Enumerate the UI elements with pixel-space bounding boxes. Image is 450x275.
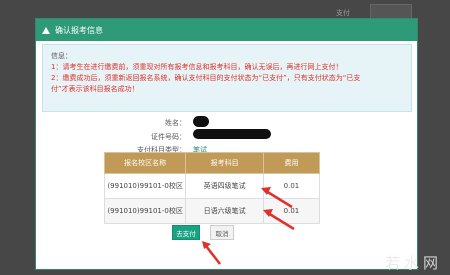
name-field: 姓名： (36, 118, 186, 128)
column-header-campus: 报名校区名称 (103, 152, 187, 174)
warning-icon (42, 26, 50, 34)
column-header-fee: 费用 (262, 152, 321, 174)
cell-campus: (991010)99101-0校区 (103, 173, 187, 199)
cell-campus: (991010)99101-0校区 (103, 198, 187, 224)
dialog-header: 确认报考信息 (36, 19, 417, 41)
notice-title: 信息： (51, 52, 72, 60)
name-label: 姓名： (165, 119, 186, 127)
notice-line-1: 1：请考生在进行缴费前，须重现对所有报考信息和报考科目，确认无误后，再进行网上支… (51, 63, 343, 71)
annotation-arrow-icon (263, 209, 295, 231)
pay-button[interactable]: 去支付 (172, 225, 200, 240)
id-field: 证件号码： (36, 132, 186, 142)
column-header-subject: 报考科目 (185, 152, 264, 174)
cell-subject: 英语四级笔试 (185, 173, 264, 199)
notice-line-2: 2：缴费成功后，须重新返回报名系统，确认支付科目的支付状态为“已支付”，只有支付… (51, 74, 361, 82)
watermark: 若水网 (384, 254, 442, 272)
confirm-registration-dialog: 确认报考信息 信息： 1：请考生在进行缴费前，须重现对所有报考信息和报考科目，确… (35, 18, 418, 270)
id-redacted (193, 129, 271, 139)
notice-line-3: 付”才表示该科目报名成功！ (51, 85, 139, 93)
id-label: 证件号码： (151, 133, 186, 141)
dialog-title: 确认报考信息 (55, 25, 103, 35)
notice-box: 信息： 1：请考生在进行缴费前，须重现对所有报考信息和报考科目，确认无误后，再进… (42, 44, 412, 112)
cell-subject: 日语六级笔试 (185, 198, 264, 224)
cancel-button[interactable]: 取消 (210, 225, 234, 240)
table-header-row: 报名校区名称 报考科目 费用 (103, 152, 321, 174)
background-column-header: 支付 (336, 9, 350, 17)
name-redacted (193, 116, 209, 127)
